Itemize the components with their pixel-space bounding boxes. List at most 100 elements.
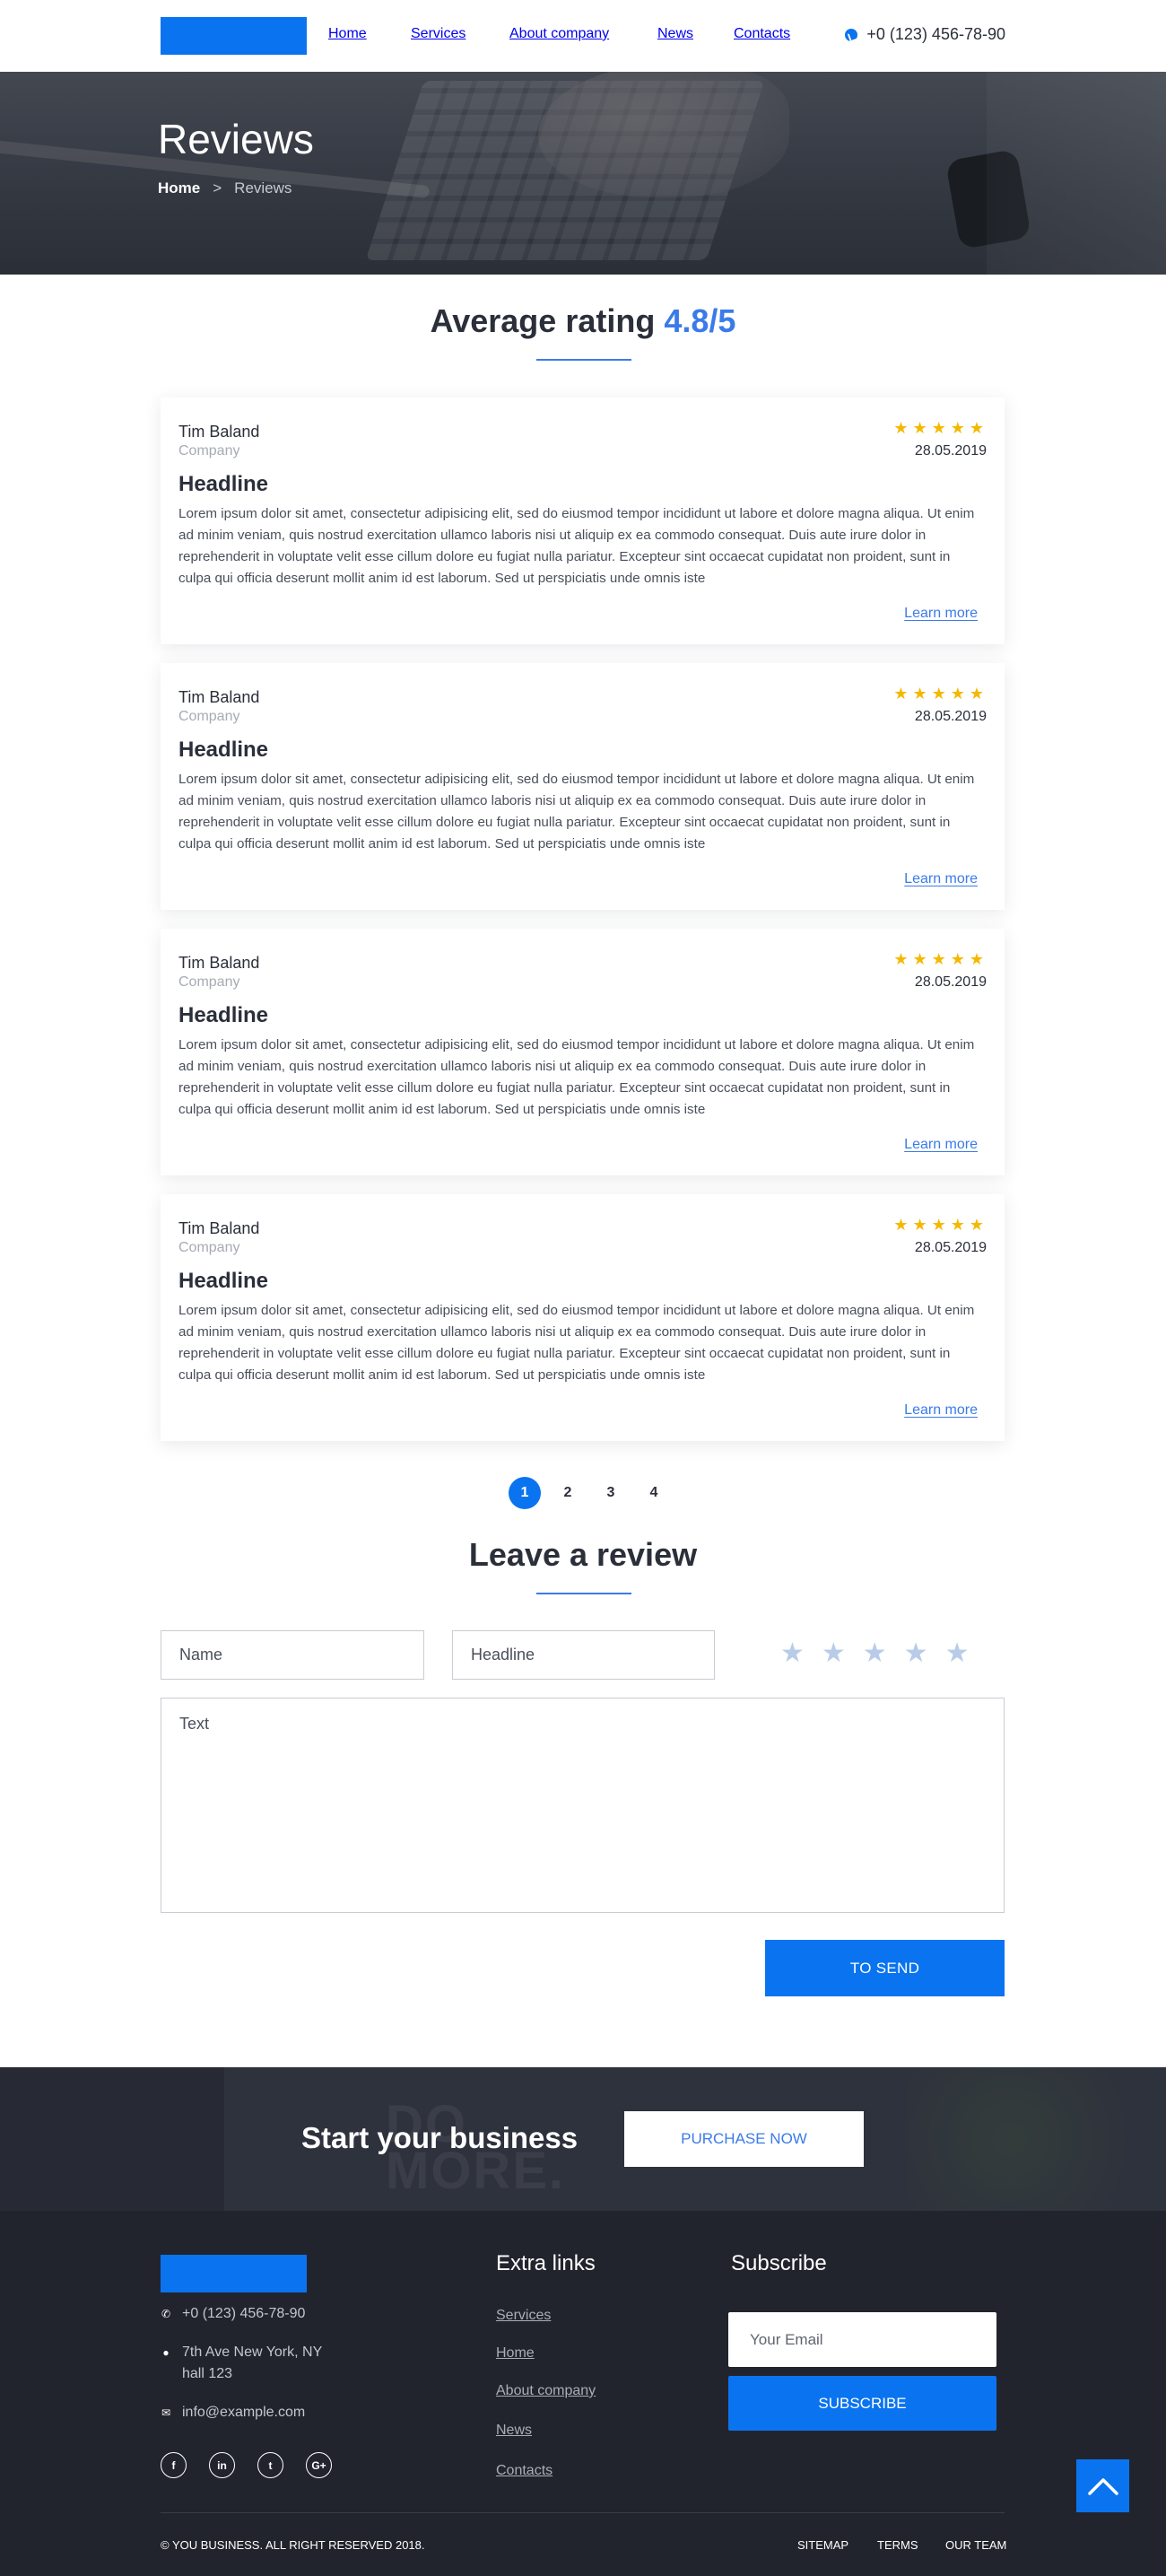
review-text-area[interactable]: Text: [161, 1698, 1005, 1913]
footer-email[interactable]: ✉ info@example.com: [161, 2405, 305, 2421]
review-company: Company: [178, 443, 240, 458]
review-date: 28.05.2019: [914, 443, 987, 458]
nav-home[interactable]: Home: [328, 26, 367, 42]
review-author: Tim Baland: [178, 423, 260, 441]
footer-sitemap-link[interactable]: SITEMAP: [797, 2538, 848, 2552]
footer-link-news[interactable]: News: [496, 2423, 532, 2439]
review-headline: Headline: [178, 1269, 269, 1293]
footer-phone-number: +0 (123) 456-78-90: [182, 2306, 306, 2321]
review-author: Tim Baland: [178, 954, 260, 972]
review-stars: ★★★★★: [893, 950, 988, 968]
footer-divider: [161, 2512, 1005, 2513]
hero-banner: Reviews Home > Reviews: [0, 72, 1166, 275]
heading-underline: [536, 359, 631, 361]
review-company: Company: [178, 709, 240, 724]
breadcrumb-current: Reviews: [234, 179, 292, 196]
page-title: Reviews: [158, 116, 314, 162]
review-text: Lorem ipsum dolor sit amet, consectetur …: [178, 772, 975, 851]
cta-banner: DO MORE. Start your business PURCHASE NO…: [0, 2067, 1166, 2211]
review-author: Tim Baland: [178, 1219, 260, 1237]
social-links: f in t G+: [161, 2452, 332, 2478]
hero-overlay: [0, 72, 1166, 275]
scroll-to-top-button[interactable]: [1076, 2459, 1129, 2512]
rating-stars[interactable]: ★★★★★: [780, 1640, 986, 1667]
review-headline: Headline: [178, 472, 269, 496]
review-card: Tim Baland Company ★★★★★ 28.05.2019 Head…: [161, 1194, 1005, 1441]
review-card: Tim Baland Company ★★★★★ 28.05.2019 Head…: [161, 929, 1005, 1175]
leave-review-heading: Leave a review: [468, 1536, 698, 1573]
review-date: 28.05.2019: [914, 709, 987, 724]
site-header: Home Services About company News Contact…: [0, 0, 1166, 72]
page-2-button[interactable]: 2: [552, 1477, 584, 1509]
review-stars: ★★★★★: [893, 1216, 988, 1234]
review-stars: ★★★★★: [893, 685, 988, 703]
footer-phone[interactable]: ✆ +0 (123) 456-78-90: [161, 2306, 305, 2322]
footer-link-about-company[interactable]: About company: [496, 2383, 596, 2399]
envelope-icon: ✉: [161, 2406, 171, 2419]
review-stars: ★★★★★: [893, 419, 988, 437]
review-author: Tim Baland: [178, 688, 260, 706]
twitter-icon[interactable]: t: [257, 2452, 283, 2478]
subscribe-email-input[interactable]: Your Email: [728, 2312, 996, 2367]
footer-address-line-1: 7th Ave New York, NY: [182, 2345, 323, 2360]
footer-address: ● 7th Ave New York, NY hall 123: [161, 2345, 322, 2385]
nav-about-company[interactable]: About company: [509, 26, 609, 42]
learn-more-link[interactable]: Learn more: [904, 606, 978, 622]
review-text: Lorem ipsum dolor sit amet, consectetur …: [178, 1037, 975, 1117]
heading-underline: [536, 1593, 631, 1594]
google-plus-icon[interactable]: G+: [306, 2452, 332, 2478]
review-card: Tim Baland Company ★★★★★ 28.05.2019 Head…: [161, 663, 1005, 910]
headline-input[interactable]: Headline: [452, 1630, 715, 1680]
page-3-button[interactable]: 3: [595, 1477, 627, 1509]
review-company: Company: [178, 1240, 240, 1255]
extra-links-heading: Extra links: [496, 2251, 596, 2275]
review-date: 28.05.2019: [914, 974, 987, 990]
breadcrumb-home[interactable]: Home: [158, 179, 200, 197]
learn-more-link[interactable]: Learn more: [904, 1402, 978, 1419]
review-company: Company: [178, 974, 240, 990]
facebook-icon[interactable]: f: [161, 2452, 187, 2478]
average-rating-value: 4.8/5: [664, 302, 736, 339]
average-rating-label: Average rating: [430, 302, 656, 339]
header-phone[interactable]: +0 (123) 456-78-90: [845, 25, 1005, 44]
send-button[interactable]: TO SEND: [765, 1940, 1005, 1996]
phone-icon: [845, 28, 858, 41]
phone-icon: ✆: [161, 2308, 171, 2320]
footer-our-team-link[interactable]: OUR TEAM: [945, 2538, 1006, 2552]
location-pin-icon: ●: [162, 2346, 170, 2359]
copyright-text: © YOU BUSINESS. ALL RIGHT RESERVED 2018.: [161, 2538, 425, 2552]
footer-address-text: 7th Ave New York, NY hall 123: [182, 2342, 322, 2385]
subscribe-button[interactable]: SUBSCRIBE: [728, 2376, 996, 2431]
cta-heading: Start your business: [301, 2121, 579, 2154]
learn-more-link[interactable]: Learn more: [904, 871, 978, 887]
nav-contacts[interactable]: Contacts: [734, 26, 790, 42]
rating-stars-input[interactable]: ★★★★★: [780, 1640, 986, 1667]
footer-logo[interactable]: [161, 2255, 307, 2292]
breadcrumb-separator-icon: >: [213, 179, 222, 196]
subscribe-heading: Subscribe: [731, 2251, 827, 2275]
review-date: 28.05.2019: [914, 1240, 987, 1255]
name-input[interactable]: Name: [161, 1630, 424, 1680]
pagination: 1 2 3 4: [509, 1477, 670, 1509]
breadcrumb: Home > Reviews: [158, 179, 292, 197]
footer-link-contacts[interactable]: Contacts: [496, 2463, 553, 2479]
review-headline: Headline: [178, 1003, 269, 1027]
purchase-now-button[interactable]: PURCHASE NOW: [624, 2111, 864, 2167]
linkedin-icon[interactable]: in: [209, 2452, 235, 2478]
nav-services[interactable]: Services: [411, 26, 466, 42]
footer-link-home[interactable]: Home: [496, 2345, 535, 2362]
nav-news[interactable]: News: [657, 26, 693, 42]
page-4-button[interactable]: 4: [638, 1477, 670, 1509]
logo[interactable]: [161, 17, 307, 55]
footer-link-services[interactable]: Services: [496, 2308, 551, 2324]
footer-email-text: info@example.com: [182, 2405, 306, 2420]
learn-more-link[interactable]: Learn more: [904, 1137, 978, 1153]
page-1-button[interactable]: 1: [509, 1477, 541, 1509]
review-headline: Headline: [178, 738, 269, 762]
header-phone-number: +0 (123) 456-78-90: [866, 25, 1005, 43]
footer-address-line-2: hall 123: [182, 2366, 233, 2381]
review-card: Tim Baland Company ★★★★★ 28.05.2019 Head…: [161, 397, 1005, 644]
page: Home Services About company News Contact…: [0, 0, 1166, 2576]
review-text: Lorem ipsum dolor sit amet, consectetur …: [178, 506, 975, 586]
footer-terms-link[interactable]: TERMS: [877, 2538, 918, 2552]
